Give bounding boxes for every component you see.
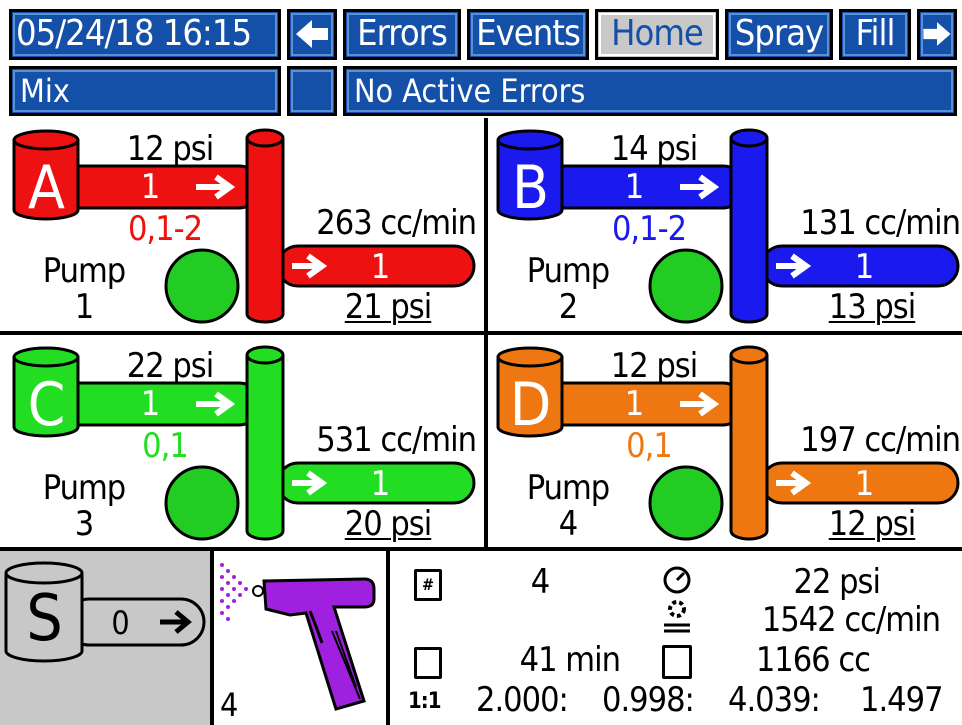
tank-letter: C	[27, 370, 66, 440]
ratio-value-a: 2.000:	[476, 680, 569, 720]
flow-rate: 531 cc/min	[316, 420, 477, 460]
outlet-valve: 1	[370, 247, 390, 287]
pressure-value: 22 psi	[793, 562, 882, 602]
spray-gun-icon	[220, 563, 376, 711]
outlet-pressure: 21 psi	[344, 287, 433, 327]
prev-screen-button[interactable]	[287, 9, 337, 60]
flow-value: 1542 cc/min	[761, 600, 941, 640]
mode-field: Mix	[9, 66, 281, 116]
datetime-display: 05/24/18 16:15	[9, 9, 281, 60]
pump-label: Pump	[42, 468, 126, 508]
tab-spray[interactable]: Spray	[725, 9, 833, 60]
flow-meter-icon	[664, 600, 690, 633]
tab-errors[interactable]: Errors	[343, 9, 461, 60]
next-screen-button[interactable]	[917, 9, 957, 60]
ratio-label: 1:1	[408, 689, 441, 714]
tank-letter: A	[28, 153, 65, 223]
inlet-valve: 1	[624, 167, 644, 207]
volume-value: 1166 cc	[755, 640, 871, 680]
gauge-icon	[663, 566, 691, 594]
valve-range: 0,1-2	[127, 209, 203, 249]
outlet-pressure: 20 psi	[344, 504, 433, 544]
tab-fill[interactable]: Fill	[839, 9, 911, 60]
inlet-pressure: 14 psi	[610, 129, 699, 169]
potlife-value: 41 min	[519, 640, 621, 680]
tab-events[interactable]: Events	[467, 9, 589, 60]
pump-panel-d[interactable]: D 12 psi 1 0,1 197 cc/min 1 12 psi Pump …	[484, 335, 962, 547]
pump-panel-a[interactable]: A 12 psi 1 0,1-2 263 cc/min 1 21 psi Pum…	[0, 118, 480, 330]
inlet-valve: 1	[140, 384, 160, 424]
blank-status-field	[287, 66, 337, 116]
pump-label: Pump	[526, 468, 610, 508]
inlet-pressure: 22 psi	[126, 346, 215, 386]
stats-panel: # 4 22 psi 1542 cc/min 41 min 1166 cc 1:…	[390, 551, 962, 725]
solvent-panel[interactable]: S 0	[0, 551, 210, 725]
outlet-pressure: 12 psi	[828, 504, 917, 544]
pump-panel-c[interactable]: C 22 psi 1 0,1 531 cc/min 1 20 psi Pump …	[0, 335, 480, 547]
arrow-left-icon	[296, 20, 328, 48]
pump-number: 3	[74, 504, 94, 544]
outlet-valve: 1	[370, 464, 390, 504]
outlet-pressure: 13 psi	[828, 287, 917, 327]
inlet-valve: 1	[140, 167, 160, 207]
potlife-icon	[414, 647, 442, 679]
outlet-valve: 1	[854, 247, 874, 287]
tab-home[interactable]: Home	[595, 9, 719, 60]
valve-range: 0,1-2	[611, 209, 687, 249]
solvent-valve: 0	[111, 604, 129, 642]
spray-gun-panel[interactable]: 4	[214, 551, 386, 725]
gun-number: 4	[220, 686, 238, 724]
inlet-pressure: 12 psi	[126, 129, 215, 169]
pump-number: 4	[558, 504, 578, 544]
solvent-letter: S	[26, 582, 63, 656]
flow-rate: 263 cc/min	[316, 203, 477, 243]
pump-panel-b[interactable]: B 14 psi 1 0,1-2 131 cc/min 1 13 psi Pum…	[484, 118, 962, 330]
pump-number: 1	[74, 287, 94, 327]
ratio-value-d: 1.497	[860, 680, 944, 720]
valve-range: 0,1	[626, 426, 673, 466]
pump-label: Pump	[42, 251, 126, 291]
volume-icon	[662, 645, 692, 679]
valve-range: 0,1	[142, 426, 189, 466]
outlet-valve: 1	[854, 464, 874, 504]
tank-letter: B	[511, 153, 549, 223]
pump-number: 2	[558, 287, 578, 327]
flow-rate: 197 cc/min	[800, 420, 961, 460]
recipe-value: 4	[530, 562, 550, 602]
tank-letter: D	[509, 370, 552, 440]
error-status-field: No Active Errors	[343, 66, 957, 116]
arrow-right-icon	[923, 22, 951, 46]
inlet-valve: 1	[624, 384, 644, 424]
flow-rate: 131 cc/min	[800, 203, 961, 243]
pump-label: Pump	[526, 251, 610, 291]
inlet-pressure: 12 psi	[610, 346, 699, 386]
ratio-value-b: 0.998:	[602, 680, 695, 720]
recipe-icon: #	[414, 569, 442, 601]
ratio-value-c: 4.039:	[728, 680, 821, 720]
